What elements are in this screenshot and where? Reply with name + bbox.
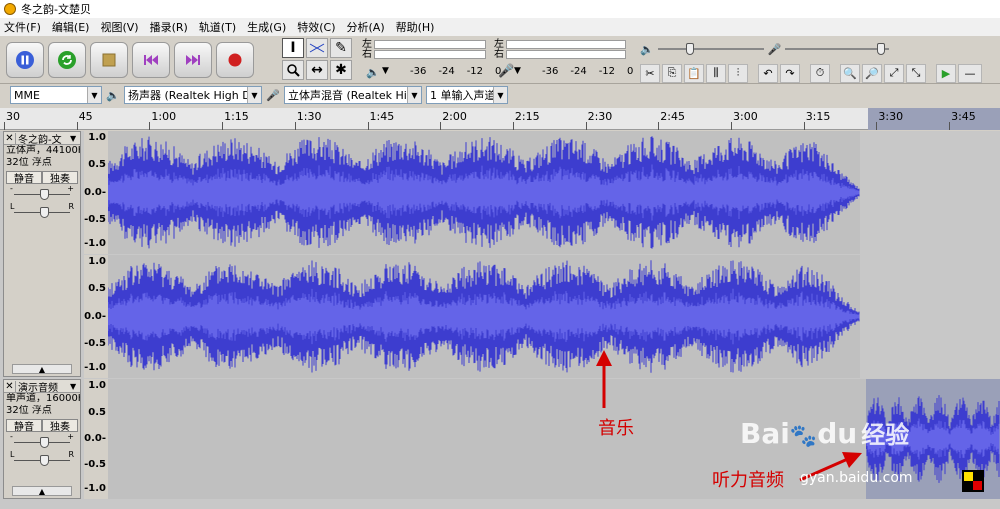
baidu-paw-icon: 🐾: [789, 424, 818, 449]
audacity-window: 冬之韵-文楚贝 文件(F) 编辑(E) 视图(V) 播录(R) 轨道(T) 生成…: [0, 0, 1000, 509]
baidu-watermark-url: gyan.baidu.com: [800, 470, 913, 486]
annotation-listening-audio: 听力音频: [712, 470, 784, 491]
baidu-watermark: Bai🐾du 经验: [740, 417, 910, 450]
annotation-music: 音乐: [598, 418, 634, 439]
corner-logo-icon: [962, 470, 984, 492]
